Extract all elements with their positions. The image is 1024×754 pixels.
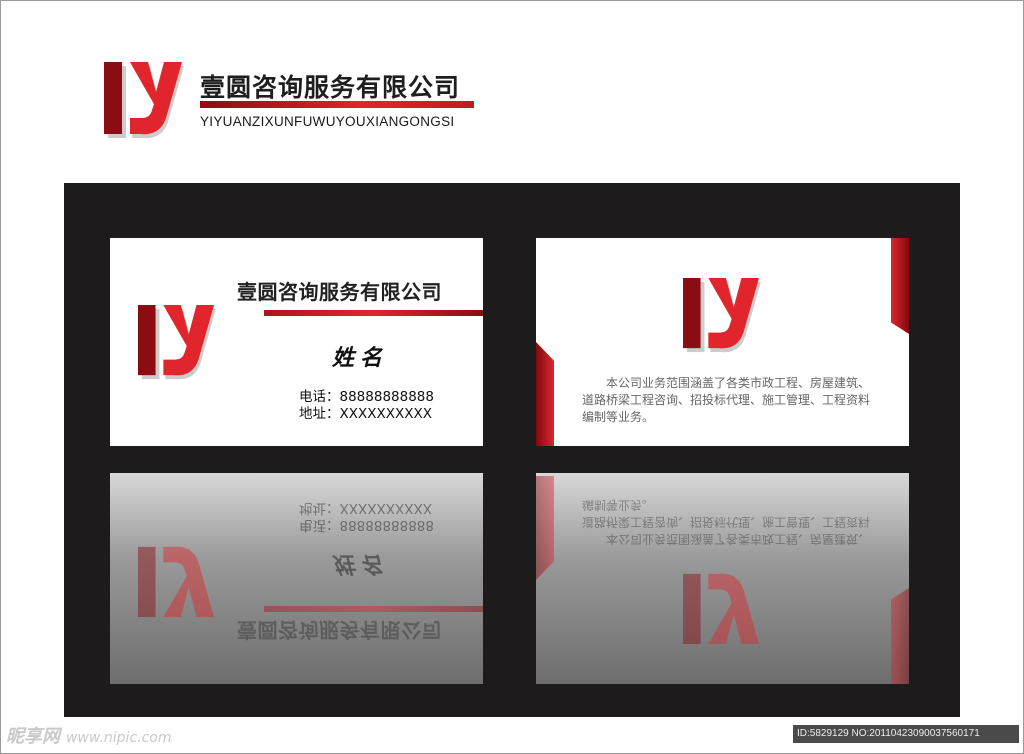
red-accent-strip xyxy=(891,238,909,334)
reflected-contact-info: 电话：88888888888 地址：XXXXXXXXXX xyxy=(299,499,434,533)
reflected-address-line: 地址：XXXXXXXXXX xyxy=(299,500,432,516)
reflected-accent-strip xyxy=(891,588,909,684)
card-title-bar xyxy=(264,310,483,316)
business-card-back: 本公司业务范围涵盖了各类市政工程、房屋建筑、道路桥梁工程咨询、招投标代理、施工管… xyxy=(536,238,909,446)
reflection-content: 壹圆咨询服务有限公司 姓名 电话：88888888888 地址：XXXXXXXX… xyxy=(110,473,483,684)
watermark-url: www.nipic.com xyxy=(66,730,172,746)
red-accent-strip xyxy=(536,342,554,446)
reflected-logo-icon xyxy=(138,546,215,618)
reflected-phone-line: 电话：88888888888 xyxy=(299,517,434,533)
site-watermark: 昵享网 www.nipic.com xyxy=(6,722,172,748)
business-card-front: 壹圆咨询服务有限公司 姓名 电话：88888888888 地址：XXXXXXXX… xyxy=(110,238,483,446)
image-id-bar: ID:5829129 NO:20110423090037560171 xyxy=(793,725,1019,743)
reflected-description: 本公司业务范围涵盖了各类市政工程、房屋建筑、道路桥梁工程咨询、招投标代理、施工管… xyxy=(582,498,871,546)
phone-line: 电话：88888888888 xyxy=(299,389,434,405)
card-back-reflection: 本公司业务范围涵盖了各类市政工程、房屋建筑、道路桥梁工程咨询、招投标代理、施工管… xyxy=(536,473,909,684)
reflected-accent-strip xyxy=(536,476,554,580)
reflected-logo-icon xyxy=(683,573,760,644)
reflection-content: 本公司业务范围涵盖了各类市政工程、房屋建筑、道路桥梁工程咨询、招投标代理、施工管… xyxy=(536,473,909,684)
card-company-title: 壹圆咨询服务有限公司 xyxy=(237,280,442,304)
reflected-person-name: 姓名 xyxy=(332,551,389,577)
title-underline xyxy=(200,101,474,108)
business-description: 本公司业务范围涵盖了各类市政工程、房屋建筑、道路桥梁工程咨询、招投标代理、施工管… xyxy=(582,376,871,424)
card-front-reflection: 壹圆咨询服务有限公司 姓名 电话：88888888888 地址：XXXXXXXX… xyxy=(110,473,483,684)
company-pinyin: YIYUANZIXUNFUWUYOUXIANGONGSI xyxy=(200,114,455,129)
card-logo-icon xyxy=(138,304,216,380)
contact-info: 电话：88888888888 地址：XXXXXXXXXX xyxy=(299,389,434,423)
watermark-site-name: 昵享网 xyxy=(6,726,60,747)
person-name: 姓名 xyxy=(332,345,389,371)
reflected-company-title: 壹圆咨询服务有限公司 xyxy=(237,618,442,642)
company-title: 壹圆咨询服务有限公司 xyxy=(200,73,461,102)
reflected-title-bar xyxy=(264,606,483,612)
card-logo-icon xyxy=(683,278,761,353)
address-line: 地址：XXXXXXXXXX xyxy=(299,406,432,422)
company-logo-icon xyxy=(104,62,184,139)
